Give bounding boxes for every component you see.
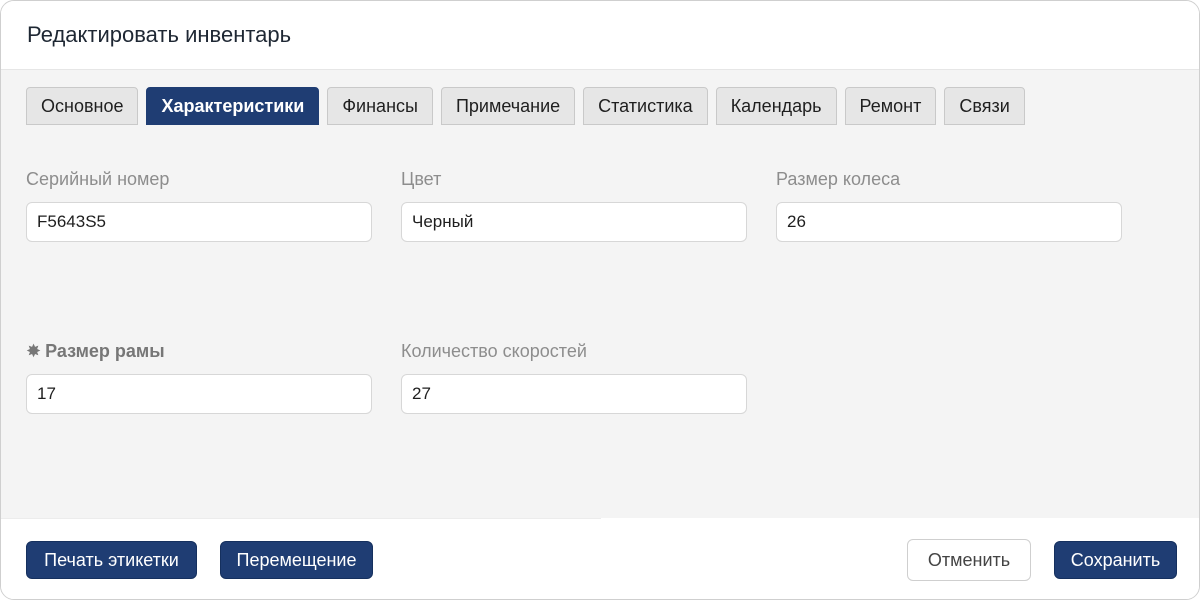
wheel-size-input[interactable] <box>776 202 1122 242</box>
tab-finance[interactable]: Финансы <box>327 87 433 125</box>
speed-count-input[interactable] <box>401 374 747 414</box>
save-button[interactable]: Сохранить <box>1054 541 1177 579</box>
edit-inventory-dialog: Редактировать инвентарь Основное Характе… <box>0 0 1200 600</box>
frame-size-label-row: ✸ Размер рамы <box>26 338 372 364</box>
serial-number-group: Серийный номер <box>26 166 372 242</box>
tab-notes[interactable]: Примечание <box>440 87 576 125</box>
wheel-size-label: Размер колеса <box>776 169 901 189</box>
serial-number-label: Серийный номер <box>26 169 170 189</box>
dialog-header: Редактировать инвентарь <box>1 1 1199 70</box>
speed-count-group: Количество скоростей <box>401 338 747 414</box>
cancel-button[interactable]: Отменить <box>907 539 1031 581</box>
tab-characteristics[interactable]: Характеристики <box>146 87 320 125</box>
dialog-title: Редактировать инвентарь <box>27 22 292 47</box>
color-group: Цвет <box>401 166 747 242</box>
footer-divider <box>1 518 601 519</box>
tab-links[interactable]: Связи <box>944 87 1025 125</box>
color-label: Цвет <box>401 169 442 189</box>
print-label-button[interactable]: Печать этикетки <box>26 541 197 579</box>
dialog-footer: Печать этикетки Перемещение Отменить Сох… <box>1 518 1199 599</box>
tab-repair[interactable]: Ремонт <box>844 87 937 125</box>
tab-bar: Основное Характеристики Финансы Примечан… <box>26 87 1025 125</box>
frame-size-input[interactable] <box>26 374 372 414</box>
tab-basic[interactable]: Основное <box>26 87 139 125</box>
speed-count-label: Количество скоростей <box>401 341 587 361</box>
color-input[interactable] <box>401 202 747 242</box>
wheel-size-group: Размер колеса <box>776 166 1122 242</box>
frame-size-group: ✸ Размер рамы <box>26 338 372 414</box>
frame-size-label: Размер рамы <box>45 341 165 361</box>
serial-number-input[interactable] <box>26 202 372 242</box>
required-asterisk-icon: ✸ <box>26 341 42 361</box>
dialog-body: Основное Характеристики Финансы Примечан… <box>1 70 1199 518</box>
move-button[interactable]: Перемещение <box>220 541 373 579</box>
tab-calendar[interactable]: Календарь <box>715 87 837 125</box>
tab-statistics[interactable]: Статистика <box>583 87 708 125</box>
